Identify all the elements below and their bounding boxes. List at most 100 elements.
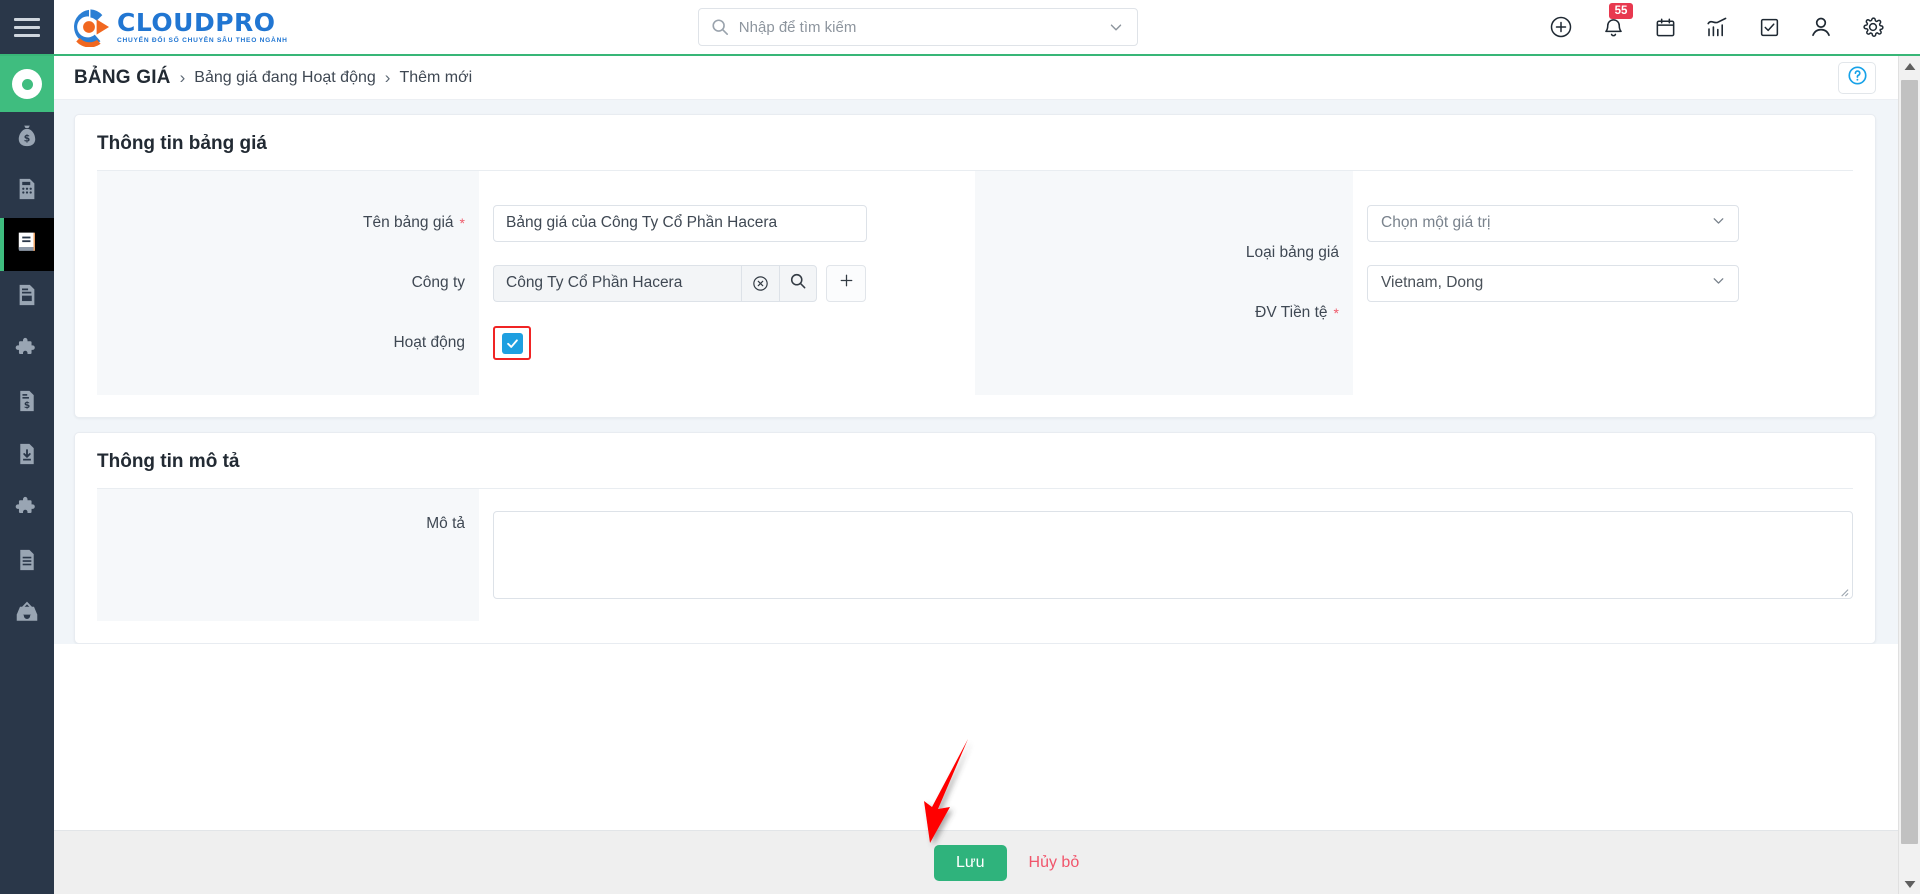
sidebar-item-money-bag[interactable]: $ [0,112,54,165]
scrollbar-track[interactable] [1899,76,1920,874]
analytics-icon[interactable] [1704,14,1730,40]
global-search-area [288,0,1548,54]
bell-icon[interactable]: 55 [1600,3,1633,40]
svg-text:$: $ [24,401,30,411]
form-group-description: Mô tả [97,489,1853,621]
chevron-down-icon [1710,212,1727,234]
vertical-scrollbar[interactable] [1898,56,1920,894]
description-textarea[interactable] [493,511,1853,599]
global-search-box[interactable] [697,8,1138,46]
cloudpro-logo-icon [68,7,110,48]
cancel-link[interactable]: Hủy bỏ [1029,854,1080,872]
section-description-info: Thông tin mô tả Mô tả [74,432,1876,644]
resize-grip-icon[interactable] [1838,584,1849,597]
chevron-down-icon[interactable] [1107,18,1125,36]
breadcrumb-item-active-list[interactable]: Bảng giá đang Hoạt động [194,69,375,87]
caret-up-icon[interactable] [1899,56,1920,76]
logo-wordmark: CLOUDPRO [117,7,276,37]
inbox-archive-icon [13,599,41,632]
sidebar-brand-button[interactable] [0,56,54,112]
body-wrapper: $ $ BẢNG GIÁ › Bảng giá đang Hoạt động ›… [0,56,1920,894]
add-circle-icon[interactable] [1548,14,1574,40]
field-row-price-book-type: Chọn một giá trị [1353,193,1853,253]
section-title: Thông tin bảng giá [97,133,267,154]
breadcrumb-bar: BẢNG GIÁ › Bảng giá đang Hoạt động › Thê… [54,56,1898,100]
svg-text:$: $ [24,134,30,145]
invoice-dollar-icon: $ [14,388,40,419]
left-sidebar: $ $ [0,56,54,894]
plus-icon [837,271,856,295]
active-checkbox[interactable] [501,332,523,354]
price-book-type-select[interactable]: Chọn một giá trị [1367,204,1739,242]
sidebar-item-puzzle-alt[interactable] [0,483,54,536]
sidebar-item-document-download[interactable] [0,430,54,483]
form-group-right: Loại bảng giá ĐV Tiền tệ * Chọn một giá … [975,171,1853,395]
label-text: Tên bảng giá [363,214,454,231]
currency-select[interactable]: Vietnam, Dong [1367,264,1739,302]
menu-toggle-button[interactable] [0,0,54,54]
donut-circle-icon [12,69,42,99]
field-label-active: Hoạt động [97,313,465,373]
puzzle-icon [14,335,41,367]
application-root: CLOUDPRO CHUYỂN ĐỔI SỐ CHUYÊN SÂU THEO N… [0,0,1920,894]
help-circle-icon [1847,65,1868,91]
search-icon [789,272,807,295]
sidebar-item-price-book[interactable] [0,218,54,271]
field-label-price-book-name: Tên bảng giá * [97,193,465,253]
field-label-currency: ĐV Tiền tệ * [975,283,1339,343]
field-row-currency: Vietnam, Dong [1353,253,1853,313]
scrollbar-thumb[interactable] [1901,80,1918,844]
sidebar-item-invoice-dollar[interactable]: $ [0,377,54,430]
caret-down-icon[interactable] [1899,874,1920,894]
sidebar-item-inbox-archive[interactable] [0,589,54,642]
document-card-icon [14,282,40,313]
document-download-icon [14,441,40,472]
company-search-button[interactable] [779,264,817,302]
chevron-right-icon: › [384,68,391,87]
required-marker: * [1333,305,1339,321]
chevron-right-icon: › [179,68,186,87]
company-lookup: Công Ty Cổ Phần Hacera [493,264,866,302]
select-value: Chọn một giá trị [1381,214,1491,231]
select-value: Vietnam, Dong [1381,274,1484,291]
content-column: BẢNG GIÁ › Bảng giá đang Hoạt động › Thê… [54,56,1898,894]
label-text: Mô tả [426,515,465,532]
save-button[interactable]: Lưu [934,844,1007,881]
sidebar-item-puzzle[interactable] [0,324,54,377]
section-price-book-info: Thông tin bảng giá Tên bảng giá * Công t… [74,114,1876,418]
chevron-down-icon [1710,272,1727,294]
user-icon[interactable] [1808,14,1834,40]
sidebar-item-calculator-document[interactable] [0,165,54,218]
help-button[interactable] [1838,61,1876,94]
search-input[interactable] [728,18,1107,36]
brand-logo[interactable]: CLOUDPRO CHUYỂN ĐỔI SỐ CHUYÊN SÂU THEO N… [54,0,288,54]
document-lines-icon [14,547,40,578]
header-actions: 55 [1548,0,1920,54]
form-footer-bar: Lưu Hủy bỏ [54,830,1898,894]
clear-circle-icon[interactable] [741,264,779,302]
field-label-company: Công ty [97,253,465,313]
form-scroll-area: Thông tin bảng giá Tên bảng giá * Công t… [54,100,1898,830]
sidebar-item-document-card[interactable] [0,271,54,324]
company-add-button[interactable] [826,264,866,302]
field-row-price-book-name [479,193,975,253]
search-icon [711,18,729,36]
field-label-description: Mô tả [97,515,465,533]
task-checkbox-icon[interactable] [1756,14,1782,40]
price-book-name-input[interactable] [493,204,867,242]
active-checkbox-wrapper[interactable] [493,326,531,360]
field-row-active [479,313,975,373]
scroll-filler-bottom [54,644,1898,830]
logo-tagline: CHUYỂN ĐỔI SỐ CHUYÊN SÂU THEO NGÀNH [117,36,288,44]
money-bag-icon: $ [14,123,40,154]
notification-badge: 55 [1609,3,1633,19]
price-book-icon [14,229,40,260]
breadcrumb-root[interactable]: BẢNG GIÁ [74,67,171,89]
company-lookup-value[interactable]: Công Ty Cổ Phần Hacera [493,264,741,302]
field-label-price-book-type: Loại bảng giá [975,223,1339,283]
field-row-company: Công Ty Cổ Phần Hacera [479,253,975,313]
calendar-icon[interactable] [1652,14,1678,40]
form-group-left: Tên bảng giá * Công ty Hoạt động Bảng gi… [97,171,975,395]
gear-icon[interactable] [1860,14,1886,40]
sidebar-item-document-lines[interactable] [0,536,54,589]
